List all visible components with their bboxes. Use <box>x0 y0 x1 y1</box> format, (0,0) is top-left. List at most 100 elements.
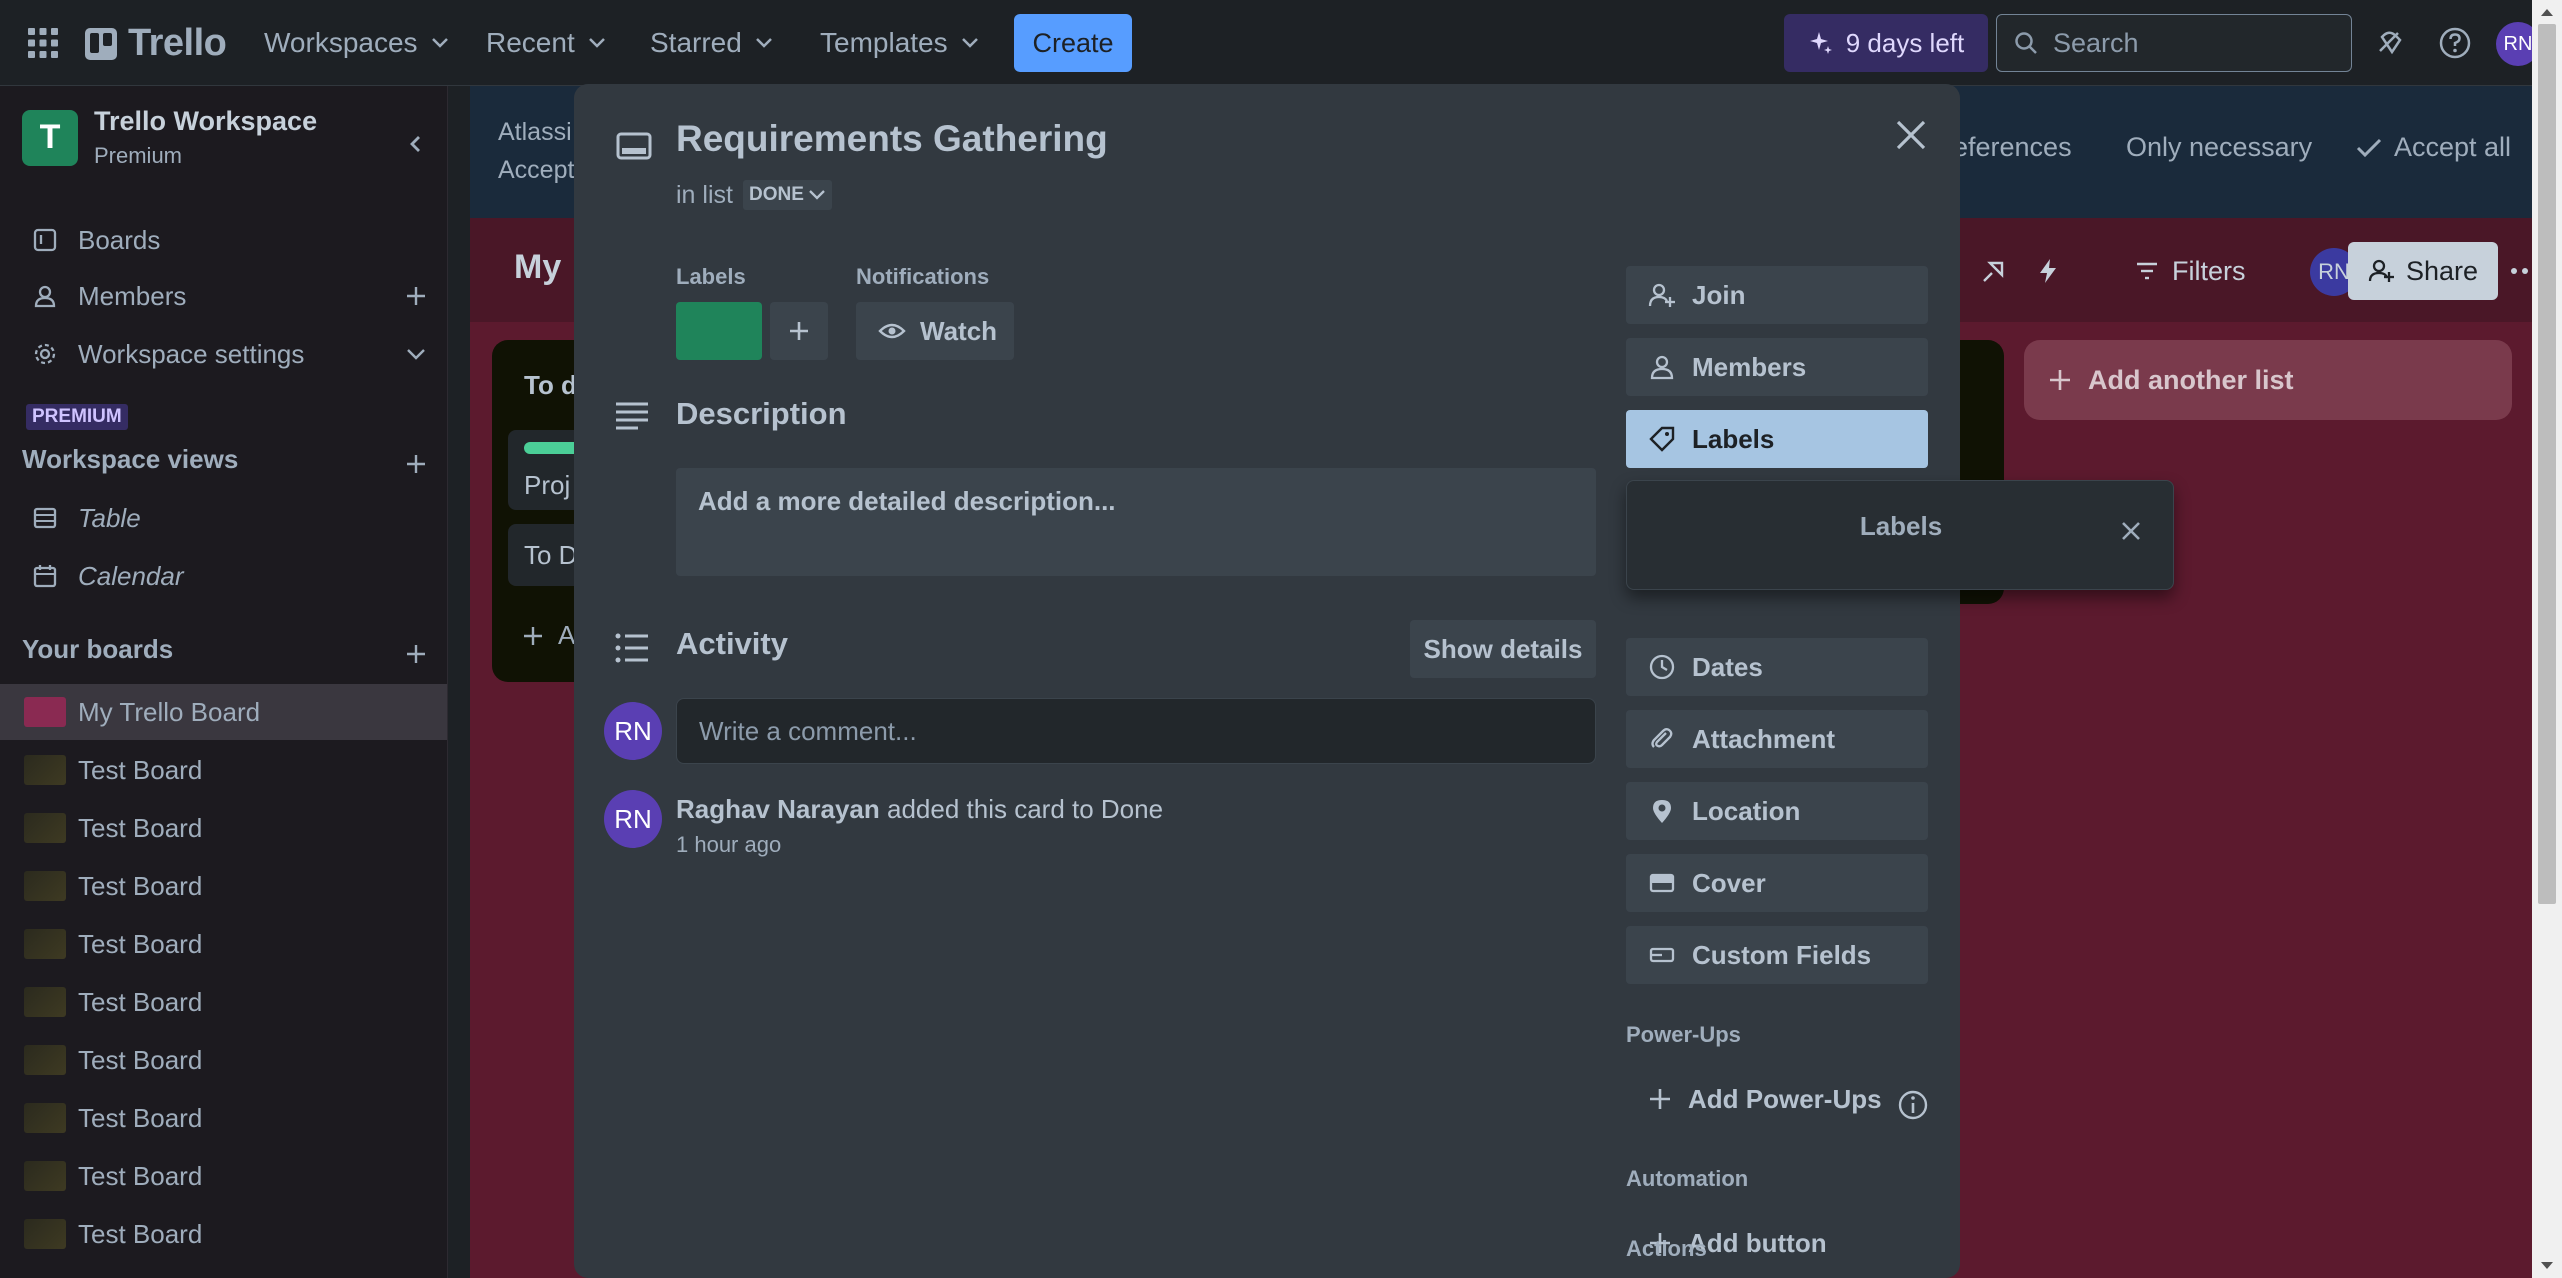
sidebar-board-item[interactable]: My Trello Board <box>0 684 447 740</box>
app-switcher-icon[interactable] <box>26 26 60 60</box>
cookie-only-necessary-button[interactable]: Only necessary <box>2126 132 2312 163</box>
description-input[interactable]: Add a more detailed description... <box>676 468 1596 576</box>
trello-logo[interactable]: Trello <box>84 22 227 65</box>
add-member-button[interactable] <box>396 276 436 316</box>
watch-label: Watch <box>920 315 998 346</box>
scroll-up-arrow-icon[interactable] <box>2538 4 2556 20</box>
sidebar-item-workspace-settings[interactable]: Workspace settings <box>0 326 447 382</box>
sidebar-board-item[interactable]: Test Board <box>0 1206 447 1262</box>
show-details-button[interactable]: Show details <box>1410 620 1596 678</box>
chevron-down-icon <box>407 349 425 360</box>
add-view-button[interactable] <box>390 436 446 492</box>
board-title[interactable]: My <box>514 248 561 287</box>
plus-icon <box>396 444 436 484</box>
activity-timestamp[interactable]: 1 hour ago <box>676 832 781 858</box>
sidebar-item-members[interactable]: Members <box>0 268 447 324</box>
workspace-sidebar: T Trello Workspace Premium Boards Member… <box>0 86 448 1278</box>
sidebar-view-table[interactable]: Table <box>0 490 447 546</box>
add-board-button[interactable] <box>390 626 446 682</box>
workspace-name: Trello Workspace <box>94 106 318 136</box>
cookie-accept-all-label: Accept all <box>2394 132 2512 162</box>
nav-starred[interactable]: Starred <box>640 20 784 66</box>
trial-days-left-button[interactable]: 9 days left <box>1784 14 1988 72</box>
share-button[interactable]: Share <box>2348 242 2499 300</box>
help-icon[interactable] <box>2436 24 2474 62</box>
board-thumbnail <box>24 929 66 959</box>
plus-icon <box>407 287 425 305</box>
cookie-preferences-button[interactable]: references <box>1944 132 2072 163</box>
sidebar-item-label: Calendar <box>78 560 184 591</box>
activity-user[interactable]: Raghav Narayan <box>676 794 880 824</box>
dates-button[interactable]: Dates <box>1626 638 1928 696</box>
nav-workspaces[interactable]: Workspaces <box>254 20 460 66</box>
chevron-down-icon <box>755 38 772 48</box>
location-button[interactable]: Location <box>1626 782 1928 840</box>
close-popover-button[interactable] <box>2111 511 2151 551</box>
sidebar-board-item[interactable]: Test Board <box>0 742 447 798</box>
description-icon <box>612 396 652 436</box>
card-title[interactable]: Requirements Gathering <box>676 118 1108 160</box>
nav-starred-label: Starred <box>650 27 742 58</box>
expand-settings-button[interactable] <box>396 334 436 374</box>
card-label-green[interactable] <box>676 302 762 360</box>
custom-fields-button[interactable]: Custom Fields <box>1626 926 1928 984</box>
calendar-icon <box>28 559 62 593</box>
sidebar-board-item[interactable]: Test Board <box>0 1090 447 1146</box>
sidebar-board-item[interactable]: Test Board <box>0 800 447 856</box>
eye-icon <box>878 323 906 339</box>
plus-icon <box>1650 1089 1670 1109</box>
add-another-list-button[interactable]: Add another list <box>2024 340 2512 420</box>
person-icon <box>1648 353 1676 381</box>
sidebar-item-boards[interactable]: Boards <box>0 212 447 268</box>
add-card-button[interactable]: A <box>522 620 575 651</box>
labels-label: Labels <box>1692 423 1775 454</box>
close-modal-button[interactable] <box>1886 110 1936 160</box>
sidebar-board-item[interactable]: Test Board <box>0 974 447 1030</box>
attachment-button[interactable]: Attachment <box>1626 710 1928 768</box>
sparkle-icon <box>1809 32 1832 54</box>
nav-templates-label: Templates <box>820 27 948 58</box>
list-move-dropdown[interactable]: DONE <box>742 180 832 210</box>
sidebar-board-item[interactable]: Test Board <box>0 858 447 914</box>
scrollbar-thumb[interactable] <box>2538 24 2556 904</box>
commenter-avatar[interactable]: RN <box>604 702 662 760</box>
filters-button[interactable]: Filters <box>2134 242 2246 300</box>
labels-heading: Labels <box>676 264 746 289</box>
board-name: Test Board <box>78 754 203 785</box>
power-ups-icon[interactable] <box>1980 242 2008 300</box>
board-thumbnail <box>24 871 66 901</box>
sidebar-view-calendar[interactable]: Calendar <box>0 548 447 604</box>
cookie-accept-all-button[interactable]: Accept all <box>2356 132 2511 163</box>
plus-icon <box>524 626 542 645</box>
board-thumbnail <box>24 987 66 1017</box>
collapse-sidebar-button[interactable] <box>396 124 436 164</box>
cover-button[interactable]: Cover <box>1626 854 1928 912</box>
activity-entry: Raghav Narayan added this card to Done <box>676 794 1163 825</box>
comment-input[interactable]: Write a comment... <box>676 698 1596 764</box>
notifications-bell-icon[interactable] <box>2370 24 2408 62</box>
info-icon[interactable] <box>1896 1088 1930 1122</box>
nav-recent[interactable]: Recent <box>476 20 617 66</box>
add-label-button[interactable] <box>770 302 828 360</box>
sidebar-board-item[interactable]: Test Board <box>0 1148 447 1204</box>
sidebar-board-item[interactable]: Test Board <box>0 1032 447 1088</box>
search-icon <box>2015 32 2037 54</box>
cookie-text-line-2: Accept <box>498 156 575 184</box>
scroll-down-arrow-icon[interactable] <box>2538 1258 2556 1274</box>
board-thumbnail <box>24 1045 66 1075</box>
labels-button[interactable]: Labels <box>1626 410 1928 468</box>
search-input[interactable]: Search <box>1996 14 2352 72</box>
automation-lightning-icon[interactable] <box>2036 242 2060 300</box>
nav-templates[interactable]: Templates <box>810 20 990 66</box>
members-button[interactable]: Members <box>1626 338 1928 396</box>
board-thumbnail <box>24 813 66 843</box>
join-button[interactable]: Join <box>1626 266 1928 324</box>
add-power-ups-button[interactable]: Add Power-Ups <box>1626 1070 1928 1128</box>
workspace-header[interactable]: T Trello Workspace Premium <box>22 106 317 169</box>
watch-button[interactable]: Watch <box>856 302 1014 360</box>
create-button[interactable]: Create <box>1014 14 1132 72</box>
sidebar-board-item[interactable]: Test Board <box>0 916 447 972</box>
chevron-down-icon <box>809 190 825 200</box>
list-title[interactable]: To d <box>524 370 577 401</box>
activity-avatar[interactable]: RN <box>604 790 662 848</box>
